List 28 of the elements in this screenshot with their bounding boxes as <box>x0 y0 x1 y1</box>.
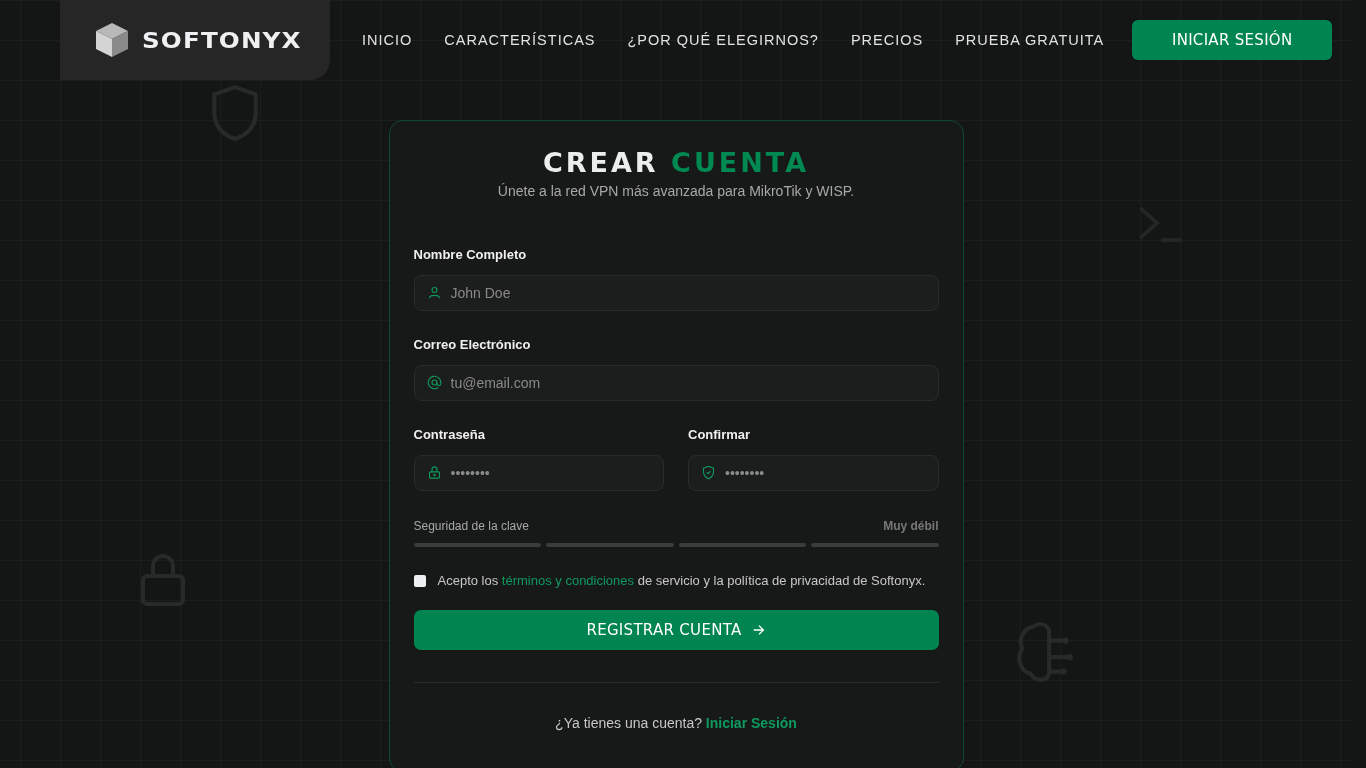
input-field[interactable]: tu@email.com <box>413 365 939 401</box>
input-field[interactable]: •••••••• <box>413 455 664 491</box>
login-button[interactable]: INICIAR SESIÓN <box>1132 20 1333 60</box>
title-accent: CUENTA <box>671 147 810 178</box>
subtitle: Únete a la red VPN más avanzada para MikroTik y WISP. <box>496 183 856 199</box>
nav-link[interactable]: PRUEBA GRATUITA <box>955 32 1105 48</box>
nav-link[interactable]: PRECIOS <box>850 32 924 48</box>
arrow-right-icon <box>751 623 766 637</box>
nav-link[interactable]: INICIO <box>362 32 413 48</box>
field-label: Nombre Completo <box>413 247 528 262</box>
field-label: Contraseña <box>413 427 487 442</box>
account-question: ¿Ya tienes una cuenta? <box>555 715 702 731</box>
terms-link[interactable]: términos y condiciones <box>501 573 635 588</box>
title: CREAR <box>542 147 659 178</box>
strength-label: Seguridad de la clave <box>413 519 529 533</box>
input-field[interactable]: John Doe <box>413 275 939 311</box>
field-label: Correo Electrónico <box>413 337 532 352</box>
field-label: Confirmar <box>688 427 752 442</box>
nav-link[interactable]: CARACTERÍSTICAS <box>444 32 596 48</box>
brand-name[interactable]: SOFTONYX <box>142 27 302 53</box>
login-link[interactable]: Iniciar Sesión <box>705 715 797 731</box>
cube-logo-icon <box>94 21 130 59</box>
terms-checkbox[interactable] <box>413 574 426 587</box>
input-field[interactable]: •••••••• <box>688 455 939 491</box>
register-button[interactable]: REGISTRAR CUENTA <box>413 610 939 650</box>
strength-reading: Muy débil <box>883 519 939 533</box>
nav-link[interactable]: ¿POR QUÉ ELEGIRNOS? <box>627 32 819 48</box>
terms-text: Acepto los términos y condiciones de servicio y la política de privacidad de Softonyx. <box>437 573 926 588</box>
